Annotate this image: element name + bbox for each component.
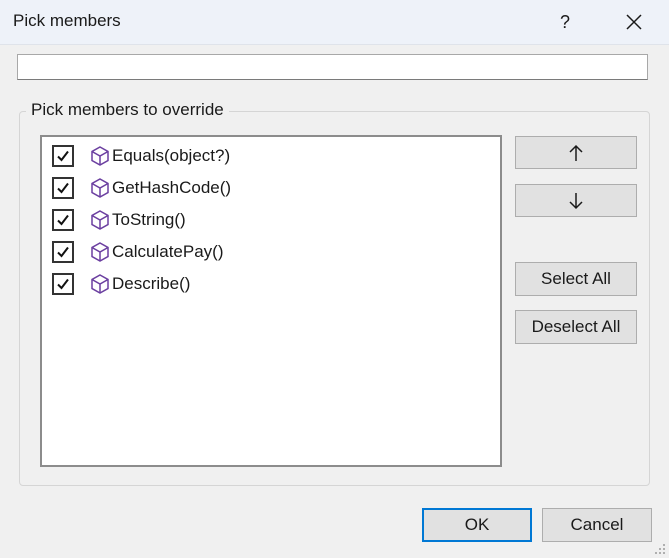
checkmark-icon — [57, 214, 69, 226]
arrow-up-icon — [569, 144, 583, 161]
search-input[interactable] — [17, 54, 648, 80]
member-icon — [91, 146, 109, 166]
resize-grip-icon[interactable] — [652, 541, 666, 555]
member-checkbox[interactable] — [52, 273, 74, 295]
groupbox-label: Pick members to override — [26, 100, 229, 120]
deselect-all-button[interactable]: Deselect All — [515, 310, 637, 344]
pick-members-dialog: Pick members ? Pick members to override … — [0, 0, 669, 558]
member-icon — [91, 242, 109, 262]
checkmark-icon — [57, 182, 69, 194]
member-label: ToString() — [112, 210, 186, 229]
close-button[interactable] — [615, 4, 653, 40]
cancel-button[interactable]: Cancel — [542, 508, 652, 542]
select-all-button[interactable]: Select All — [515, 262, 637, 296]
ok-button[interactable]: OK — [422, 508, 532, 542]
list-item[interactable]: GetHashCode() — [42, 172, 498, 202]
dialog-title: Pick members — [13, 11, 121, 30]
move-down-button[interactable] — [515, 184, 637, 217]
list-item[interactable]: Describe() — [42, 268, 498, 298]
arrow-down-icon — [569, 193, 583, 210]
member-label: Describe() — [112, 274, 191, 293]
member-icon — [91, 210, 109, 230]
member-checkbox[interactable] — [52, 177, 74, 199]
help-icon: ? — [559, 12, 570, 32]
members-list[interactable]: Equals(object?) GetHashCode() ToString() — [40, 135, 502, 467]
help-button[interactable]: ? — [548, 4, 582, 40]
title-bar: Pick members ? — [0, 0, 669, 45]
member-label: GetHashCode() — [112, 178, 232, 197]
checkmark-icon — [57, 278, 69, 290]
close-icon — [626, 14, 642, 30]
member-label: Equals(object?) — [112, 146, 231, 165]
member-checkbox[interactable] — [52, 145, 74, 167]
member-icon — [91, 178, 109, 198]
list-item[interactable]: ToString() — [42, 204, 498, 234]
checkmark-icon — [57, 246, 69, 258]
move-up-button[interactable] — [515, 136, 637, 169]
checkmark-icon — [57, 150, 69, 162]
member-label: CalculatePay() — [112, 242, 224, 261]
member-checkbox[interactable] — [52, 241, 74, 263]
member-icon — [91, 274, 109, 294]
member-checkbox[interactable] — [52, 209, 74, 231]
list-item[interactable]: Equals(object?) — [42, 140, 498, 170]
list-item[interactable]: CalculatePay() — [42, 236, 498, 266]
